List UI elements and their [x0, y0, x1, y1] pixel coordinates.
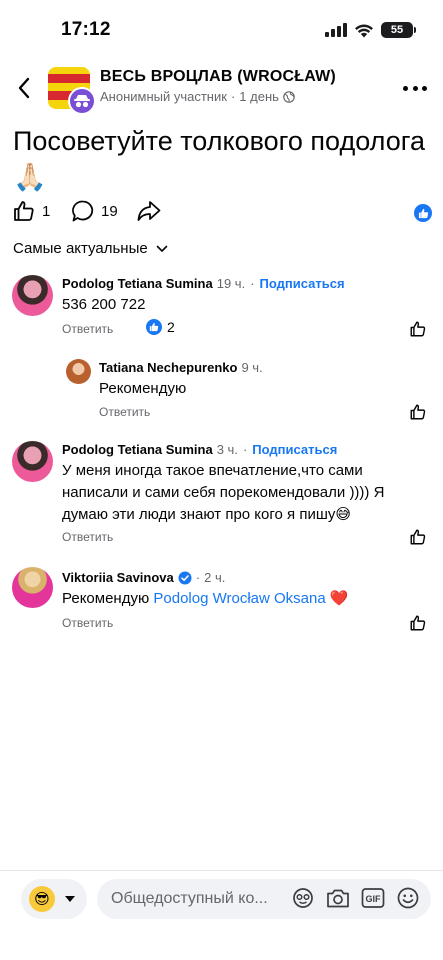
status-indicators: 55	[325, 22, 416, 38]
commenter-avatar[interactable]	[12, 441, 53, 482]
composer-actions: GIF	[290, 885, 421, 911]
comment-like-icon[interactable]	[409, 403, 427, 421]
comment-header: Viktoriia Savinova · 2 ч.	[62, 570, 225, 585]
follow-link[interactable]: Подписаться	[252, 442, 337, 457]
commenter-name[interactable]: Viktoriia Savinova	[62, 570, 174, 585]
share-arrow-icon	[137, 201, 161, 221]
comment-count: 19	[101, 202, 118, 220]
camera-button[interactable]	[325, 885, 351, 911]
comment-bubble-icon	[72, 200, 94, 222]
gif-button[interactable]: GIF	[360, 885, 386, 911]
gif-icon: GIF	[361, 888, 385, 908]
status-time: 17:12	[61, 19, 111, 40]
globe-icon	[283, 90, 295, 103]
reply-button[interactable]: Ответить	[62, 322, 113, 336]
reaction-count: 2	[167, 319, 175, 335]
smiley-icon	[397, 887, 419, 909]
comment-time[interactable]: 2 ч.	[204, 570, 225, 585]
comment-composer: 😎 GIF	[0, 870, 443, 960]
like-reaction-icon	[146, 319, 162, 335]
emoji-button[interactable]	[395, 885, 421, 911]
like-reaction-icon[interactable]	[414, 204, 432, 222]
reply-button[interactable]: Ответить	[99, 405, 150, 419]
comment-header: Tatiana Nechepurenko 9 ч.	[99, 360, 263, 375]
comment-text: У меня иногда такое впечатление,что сами…	[62, 462, 385, 523]
comment-text: 536 200 722	[62, 296, 146, 313]
cellular-signal-icon	[325, 23, 347, 37]
verified-badge-icon	[178, 571, 192, 584]
comment-button[interactable]: 19	[71, 199, 118, 223]
comment-like-icon[interactable]	[409, 320, 427, 338]
camera-icon	[327, 889, 349, 908]
commenter-avatar[interactable]	[12, 275, 53, 316]
comment-item: Viktoriia Savinova · 2 ч. Рекомендую Pod…	[0, 562, 443, 637]
comment-like-icon[interactable]	[409, 614, 427, 632]
post-time[interactable]: 1 день	[239, 89, 279, 104]
sort-dropdown[interactable]: Самые актуальные	[13, 240, 168, 257]
comment-like-icon[interactable]	[409, 528, 427, 546]
comment-item: Podolog Tetiana Sumina 19 ч. · Подписать…	[0, 270, 443, 345]
comment-reactions[interactable]: 2	[146, 319, 175, 335]
battery-icon: 55	[381, 22, 416, 38]
comment-header: Podolog Tetiana Sumina 19 ч. · Подписать…	[62, 276, 345, 291]
comment-time[interactable]: 19 ч.	[217, 276, 245, 291]
thumbs-up-icon	[14, 201, 34, 221]
comment-separator: ·	[195, 570, 201, 585]
group-name[interactable]: ВЕСЬ ВРОЦЛАВ (WROCŁAW)	[100, 68, 336, 86]
mention-link[interactable]: Podolog Wrocław Oksana	[153, 590, 325, 607]
commenter-name[interactable]: Tatiana Nechepurenko	[99, 360, 237, 375]
commenter-avatar[interactable]	[66, 359, 91, 384]
profile-emoji-avatar: 😎	[29, 886, 55, 912]
reply-item: Tatiana Nechepurenko 9 ч. Рекомендую Отв…	[0, 354, 443, 424]
comment-time[interactable]: 3 ч.	[217, 442, 238, 457]
commenter-name[interactable]: Podolog Tetiana Sumina	[62, 442, 213, 457]
comment-text: Рекомендую Podolog Wrocław Oksana ❤️	[62, 588, 422, 610]
back-button[interactable]	[8, 72, 40, 104]
caret-down-icon	[65, 896, 75, 902]
reply-button[interactable]: Ответить	[62, 616, 113, 630]
commenter-name[interactable]: Podolog Tetiana Sumina	[62, 276, 213, 291]
sort-label: Самые актуальные	[13, 240, 148, 257]
anonymous-member-icon	[68, 87, 96, 115]
like-button[interactable]: 1	[12, 199, 50, 223]
wifi-icon	[355, 24, 373, 37]
comment-text-suffix: ❤️	[325, 590, 349, 607]
follow-link[interactable]: Подписаться	[260, 276, 345, 291]
share-button[interactable]	[136, 199, 162, 223]
comment-separator: ·	[242, 442, 248, 457]
reply-button[interactable]: Ответить	[62, 530, 113, 544]
comment-separator: ·	[250, 276, 255, 291]
avatar-sticker-icon	[293, 888, 313, 908]
post-meta: Анонимный участник · 1 день	[100, 89, 295, 104]
comment-item: Podolog Tetiana Sumina 3 ч. · Подписатьс…	[0, 436, 443, 551]
chevron-left-icon	[18, 77, 30, 99]
more-options-button[interactable]	[403, 78, 427, 98]
commenter-avatar[interactable]	[12, 567, 53, 608]
comment-header: Podolog Tetiana Sumina 3 ч. · Подписатьс…	[62, 442, 337, 457]
profile-switcher[interactable]: 😎	[21, 879, 87, 919]
status-bar: 17:12 55	[0, 0, 443, 58]
post-actions: 1 19	[0, 199, 443, 227]
comment-text-prefix: Рекомендую	[62, 590, 154, 607]
comment-time[interactable]: 9 ч.	[241, 360, 262, 375]
like-count: 1	[42, 202, 51, 220]
post-title: Посоветуйте толкового подолога 🙏🏻	[13, 126, 426, 192]
comment-text: Рекомендую	[99, 380, 187, 397]
gif-label: GIF	[366, 894, 382, 904]
meta-separator: ·	[230, 89, 236, 104]
battery-level: 55	[390, 24, 404, 36]
post-header: ВЕСЬ ВРОЦЛАВ (WROCŁAW) Анонимный участни…	[0, 58, 443, 118]
avatar-sticker-button[interactable]	[290, 885, 316, 911]
post-author: Анонимный участник	[100, 89, 227, 104]
chevron-down-icon	[156, 245, 168, 252]
